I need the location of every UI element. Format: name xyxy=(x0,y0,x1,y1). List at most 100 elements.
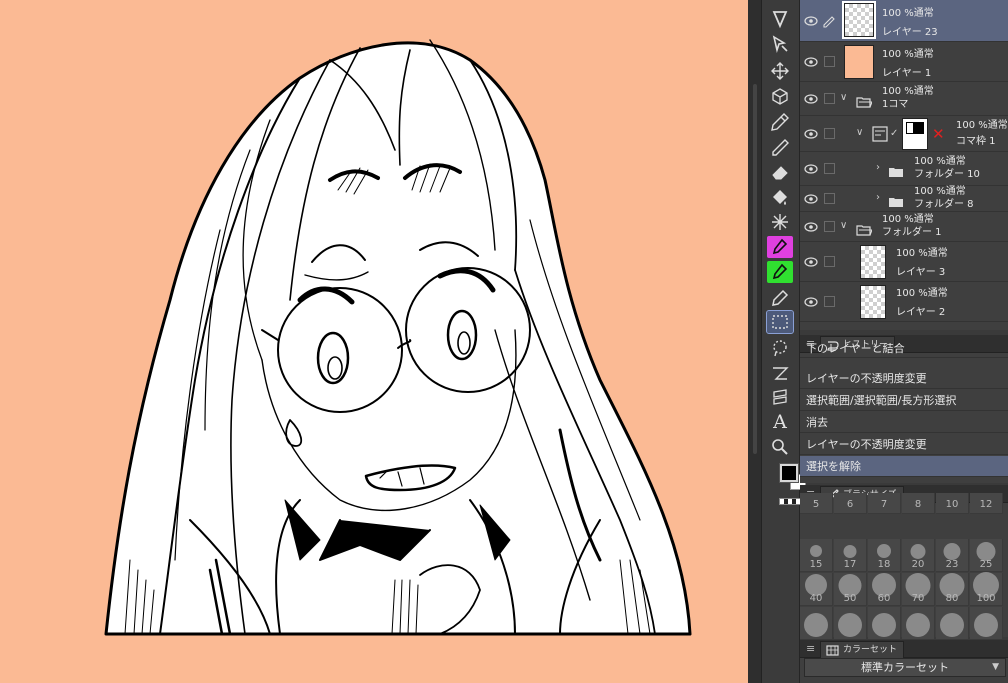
brush-size-cell[interactable]: 100 xyxy=(970,572,1003,606)
eye-icon[interactable] xyxy=(804,255,818,269)
dock-splitter[interactable] xyxy=(748,0,762,683)
layer-lock-box[interactable] xyxy=(824,163,835,174)
illustration-canvas[interactable] xyxy=(0,0,748,683)
color-set-dropdown[interactable]: 標準カラーセット ▼ xyxy=(804,658,1006,677)
layer-lock-box[interactable] xyxy=(824,193,835,204)
brush-size-dot xyxy=(804,613,828,637)
eye-icon[interactable] xyxy=(804,55,818,69)
splitter-grip[interactable] xyxy=(753,84,757,454)
history-item[interactable]: レイヤーの不透明度変更 xyxy=(800,368,1008,389)
spark-tool-icon[interactable] xyxy=(767,211,793,233)
brush-size-cell[interactable]: 80 xyxy=(936,572,969,606)
eye-icon[interactable] xyxy=(804,14,818,28)
fill-tool-icon[interactable] xyxy=(767,186,793,208)
pen-tool-icon[interactable] xyxy=(767,111,793,133)
brush-size-cell[interactable] xyxy=(936,607,969,640)
text-tool-glyph: A xyxy=(773,411,787,433)
layer-lock-box[interactable] xyxy=(824,56,835,67)
history-item[interactable]: 選択を解除 xyxy=(800,456,1008,477)
brush-size-cell[interactable]: 40 xyxy=(800,573,833,606)
layer-name: フォルダー 1 xyxy=(882,227,942,238)
text-tool-icon[interactable]: A xyxy=(767,411,793,433)
layer-lock-box[interactable] xyxy=(824,93,835,104)
brush-size-cell[interactable]: 12 xyxy=(970,493,1003,514)
layer-lock-box[interactable] xyxy=(824,296,835,307)
brush-size-cell[interactable]: 18 xyxy=(868,539,901,572)
rect-select-tool-icon[interactable] xyxy=(766,310,794,334)
history-item[interactable]: レイヤーの不透明度変更 xyxy=(800,434,1008,455)
chevron-right-icon[interactable]: › xyxy=(876,162,880,173)
brush-size-cell[interactable] xyxy=(800,607,833,640)
3d-tool-icon[interactable] xyxy=(767,85,793,107)
layer-row[interactable]: ∨ 100 %通常 フォルダー 1 xyxy=(800,212,1008,242)
brush-size-dot xyxy=(810,545,822,557)
brush-size-cell[interactable]: 7 xyxy=(868,493,901,514)
chevron-down-icon[interactable]: ∨ xyxy=(840,220,847,231)
eye-icon[interactable] xyxy=(804,220,818,234)
brush-size-cell[interactable] xyxy=(868,607,901,640)
brush-size-value: 10 xyxy=(945,499,959,510)
zoom-tool-icon[interactable] xyxy=(767,436,793,458)
layer-row[interactable]: 100 %通常 レイヤー 1 xyxy=(800,42,1008,82)
layer-lock-box[interactable] xyxy=(824,221,835,232)
move-tool-icon[interactable] xyxy=(767,60,793,82)
brush-size-cell[interactable]: 8 xyxy=(902,493,935,514)
checkmark-icon: ✓ xyxy=(890,128,899,139)
layer-move-tool-icon[interactable] xyxy=(767,33,793,55)
chevron-right-icon[interactable]: › xyxy=(876,192,880,203)
history-item[interactable]: 消去 xyxy=(800,412,1008,433)
brush-size-panel: ≡ ブラシサイズ 5678101215171820232540506070801… xyxy=(800,485,1008,640)
pencil-tool-icon[interactable] xyxy=(767,137,793,159)
foreground-color-swatch[interactable] xyxy=(779,463,799,483)
brush-size-cell[interactable]: 6 xyxy=(834,493,867,514)
chevron-down-icon[interactable]: ∨ xyxy=(856,127,863,138)
eye-icon[interactable] xyxy=(804,162,818,176)
layer-row[interactable]: ∨ ✓ ✕ 100 %通常 コマ枠 1 xyxy=(800,116,1008,152)
layer-lock-box[interactable] xyxy=(824,256,835,267)
layer-row[interactable]: 100 %通常 レイヤー 2 xyxy=(800,282,1008,322)
layer-lock-box[interactable] xyxy=(824,128,835,139)
layer-row[interactable]: 100 %通常 レイヤー 3 xyxy=(800,242,1008,282)
marker-tool-icon[interactable] xyxy=(767,287,793,309)
brush-size-cell[interactable]: 20 xyxy=(902,539,935,572)
layer-blend-label: 100 %通常 xyxy=(956,120,1008,131)
brush-size-cell[interactable] xyxy=(834,607,867,640)
layer-row[interactable]: › 100 %通常 フォルダー 10 xyxy=(800,152,1008,186)
brush-size-cell[interactable]: 60 xyxy=(868,573,901,606)
canvas-area[interactable] xyxy=(0,0,748,683)
eye-icon[interactable] xyxy=(804,127,818,141)
color-set-selected-label: 標準カラーセット xyxy=(861,661,949,674)
brush-size-cell[interactable]: 10 xyxy=(936,493,969,514)
brush-size-cell[interactable]: 5 xyxy=(800,493,833,514)
lasso-tool-icon[interactable] xyxy=(767,337,793,359)
brush-size-cell[interactable] xyxy=(902,607,935,640)
eye-icon[interactable] xyxy=(804,192,818,206)
brush-size-cell[interactable]: 17 xyxy=(834,539,867,572)
ruler-tool-icon[interactable] xyxy=(767,362,793,384)
history-item[interactable]: 選択範囲/選択範囲/長方形選択 xyxy=(800,390,1008,411)
mask-disabled-icon[interactable]: ✕ xyxy=(932,125,945,143)
layer-row[interactable]: › 100 %通常 フォルダー 8 xyxy=(800,186,1008,212)
brush-size-cell[interactable]: 50 xyxy=(834,573,867,606)
history-item[interactable]: 下のレイヤーと結合 xyxy=(800,343,1008,358)
layer-row[interactable]: 100 %通常 レイヤー 23 xyxy=(800,0,1008,42)
layer-row[interactable]: ∨ 100 %通常 1コマ xyxy=(800,82,1008,116)
brush-size-cell[interactable]: 25 xyxy=(970,539,1003,572)
eye-icon[interactable] xyxy=(804,92,818,106)
brush-size-value: 70 xyxy=(911,593,925,604)
panel-menu-icon[interactable]: ≡ xyxy=(806,642,815,655)
eraser-tool-icon[interactable] xyxy=(767,161,793,183)
frame-tool-icon[interactable] xyxy=(767,386,793,408)
operation-tool-icon[interactable] xyxy=(767,8,793,30)
magenta-color-tool-icon[interactable] xyxy=(767,236,793,258)
green-color-tool-icon[interactable] xyxy=(767,261,793,283)
brush-size-cell[interactable] xyxy=(970,607,1003,640)
brush-size-cell[interactable]: 15 xyxy=(800,539,833,572)
layer-thumbnail xyxy=(860,245,886,279)
brush-size-dot xyxy=(872,613,896,637)
chevron-down-icon[interactable]: ∨ xyxy=(840,92,847,103)
color-set-tab[interactable]: カラーセット xyxy=(820,641,905,658)
brush-size-cell[interactable]: 23 xyxy=(936,539,969,572)
eye-icon[interactable] xyxy=(804,295,818,309)
brush-size-cell[interactable]: 70 xyxy=(902,572,935,606)
